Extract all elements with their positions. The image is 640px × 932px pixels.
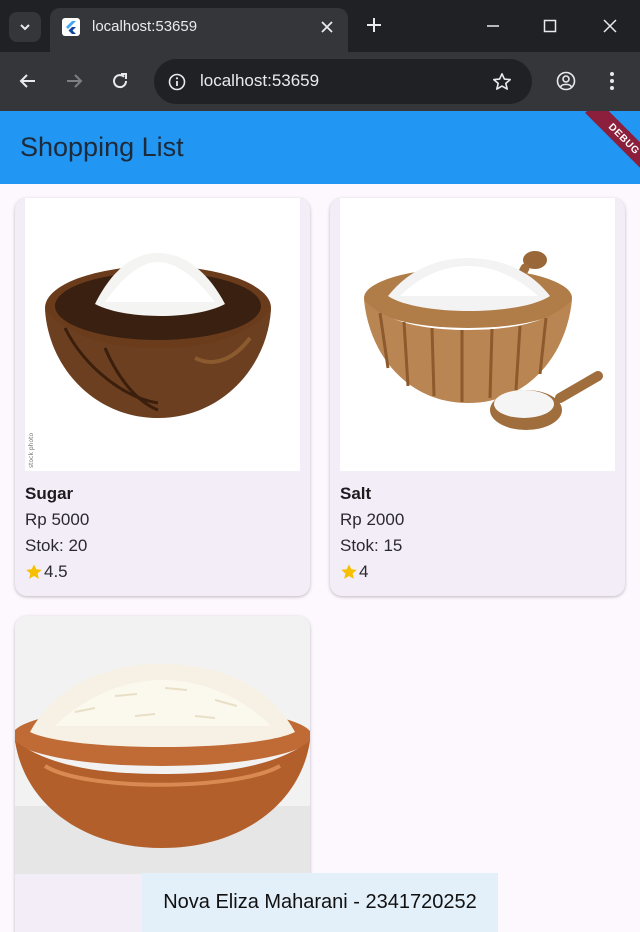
close-icon bbox=[321, 21, 333, 33]
reload-icon bbox=[113, 73, 128, 89]
rice-bowl-image bbox=[15, 616, 310, 874]
app-bar: Shopping List bbox=[0, 111, 640, 184]
new-tab-button[interactable] bbox=[362, 13, 386, 37]
rating-value: 4 bbox=[359, 562, 369, 581]
chevron-down-icon bbox=[20, 24, 30, 31]
app-viewport: Shopping List DEBUG stock photo Sugar Rp… bbox=[0, 111, 640, 932]
sugar-bowl-image: stock photo bbox=[25, 198, 300, 471]
salt-bowl-image bbox=[340, 198, 615, 471]
tab-title: localhost:53659 bbox=[92, 18, 198, 35]
star-icon bbox=[341, 564, 357, 579]
product-name: Salt bbox=[340, 484, 372, 503]
forward-button[interactable] bbox=[60, 67, 88, 95]
profile-button[interactable] bbox=[552, 67, 580, 95]
url-text[interactable]: localhost:53659 bbox=[200, 70, 319, 92]
tab-close-button[interactable] bbox=[316, 16, 338, 38]
minimize-icon bbox=[487, 25, 499, 27]
more-vert-icon bbox=[610, 72, 614, 90]
menu-button[interactable] bbox=[598, 67, 626, 95]
product-price: Rp 5000 bbox=[25, 510, 90, 529]
footer-text: Nova Eliza Maharani - 2341720252 bbox=[163, 891, 477, 913]
minimize-button[interactable] bbox=[479, 12, 507, 40]
product-rating: 4 bbox=[340, 562, 368, 582]
flutter-logo-icon bbox=[62, 18, 80, 36]
footer-bar: Nova Eliza Maharani - 2341720252 bbox=[142, 873, 498, 932]
product-price: Rp 2000 bbox=[340, 510, 405, 529]
product-stock: Stok: 20 bbox=[25, 536, 88, 555]
star-icon bbox=[26, 564, 42, 579]
page-title: Shopping List bbox=[20, 132, 184, 162]
product-card-sugar[interactable]: stock photo Sugar Rp 5000 Stok: 20 4.5 bbox=[15, 198, 310, 596]
address-bar[interactable]: localhost:53659 bbox=[154, 59, 532, 104]
browser-tab-strip: localhost:53659 bbox=[0, 0, 640, 52]
site-info-button[interactable] bbox=[164, 69, 190, 95]
back-button[interactable] bbox=[14, 67, 42, 95]
bookmark-button[interactable] bbox=[488, 68, 516, 96]
product-card-salt[interactable]: Salt Rp 2000 Stok: 15 4 bbox=[330, 198, 625, 596]
tab-search-button[interactable] bbox=[9, 12, 41, 42]
account-icon bbox=[556, 71, 576, 91]
product-rating: 4.5 bbox=[25, 562, 68, 582]
maximize-icon bbox=[543, 19, 557, 33]
arrow-right-icon bbox=[67, 74, 83, 88]
plus-icon bbox=[367, 18, 381, 32]
rating-value: 4.5 bbox=[44, 562, 68, 581]
maximize-button[interactable] bbox=[536, 12, 564, 40]
browser-toolbar: localhost:53659 bbox=[0, 52, 640, 111]
star-outline-icon bbox=[493, 73, 511, 90]
info-icon bbox=[168, 73, 186, 91]
product-stock: Stok: 15 bbox=[340, 536, 403, 555]
window-close-button[interactable] bbox=[596, 12, 624, 40]
product-name: Sugar bbox=[25, 484, 74, 503]
svg-text:stock photo: stock photo bbox=[28, 433, 35, 468]
reload-button[interactable] bbox=[106, 67, 134, 95]
arrow-left-icon bbox=[19, 74, 35, 88]
browser-tab[interactable]: localhost:53659 bbox=[50, 8, 348, 52]
close-icon bbox=[603, 19, 617, 33]
